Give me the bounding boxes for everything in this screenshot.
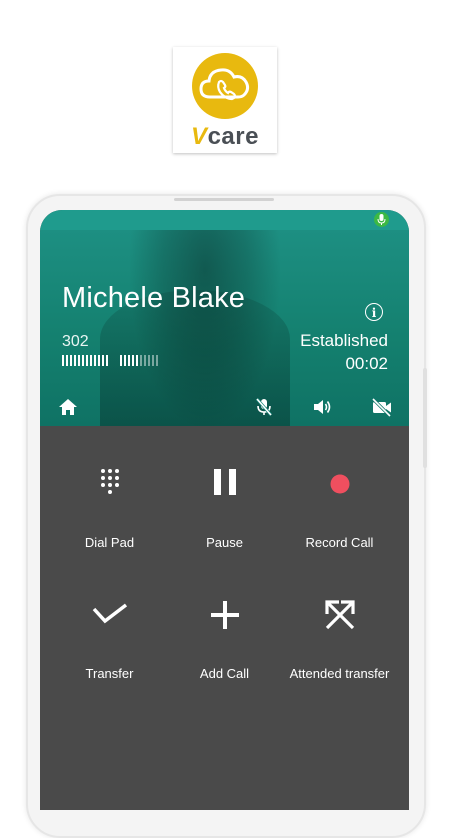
app-logo: Vcare bbox=[173, 47, 277, 153]
record-icon bbox=[330, 474, 350, 499]
contact-name: Michele Blake bbox=[62, 282, 246, 314]
logo-wordmark: Vcare bbox=[191, 123, 259, 150]
call-quality-meter bbox=[62, 354, 158, 366]
mute-mic-icon[interactable] bbox=[253, 396, 275, 418]
record-call-label: Record Call bbox=[305, 535, 374, 550]
home-icon[interactable] bbox=[57, 396, 79, 418]
dialpad-icon bbox=[98, 468, 122, 499]
pause-icon bbox=[212, 468, 238, 501]
dial-pad-button[interactable]: Dial Pad bbox=[48, 426, 171, 550]
call-actions-grid: Dial Pad Pause Record Call Transfer Add … bbox=[40, 426, 409, 810]
call-timer: 00:02 bbox=[345, 354, 388, 373]
status-bar bbox=[40, 210, 409, 230]
transfer-icon bbox=[91, 603, 129, 632]
add-call-button[interactable]: Add Call bbox=[163, 557, 286, 681]
video-off-icon[interactable] bbox=[371, 396, 393, 418]
phone-cloud-icon bbox=[192, 53, 258, 119]
record-call-button[interactable]: Record Call bbox=[278, 426, 401, 550]
speaker-icon[interactable] bbox=[311, 396, 333, 418]
add-call-label: Add Call bbox=[199, 666, 250, 681]
transfer-label: Transfer bbox=[85, 666, 134, 681]
dial-pad-label: Dial Pad bbox=[84, 535, 135, 550]
attended-transfer-button[interactable]: Attended transfer bbox=[278, 557, 401, 681]
pause-label: Pause bbox=[206, 535, 243, 550]
mic-active-icon bbox=[374, 212, 389, 227]
call-screen: Michele Blake 302 i Established 00:02 Di… bbox=[40, 210, 409, 810]
attended-transfer-icon bbox=[323, 598, 357, 637]
add-icon bbox=[210, 600, 240, 635]
info-icon[interactable]: i bbox=[365, 303, 383, 321]
extension-number: 302 bbox=[62, 333, 89, 350]
call-header: Michele Blake 302 i Established 00:02 bbox=[40, 230, 409, 426]
phone-side-button bbox=[423, 368, 427, 468]
phone-speaker bbox=[174, 198, 274, 201]
pause-button[interactable]: Pause bbox=[163, 426, 286, 550]
transfer-button[interactable]: Transfer bbox=[48, 557, 171, 681]
call-status: Established bbox=[300, 331, 388, 350]
attended-transfer-label: Attended transfer bbox=[289, 666, 390, 681]
